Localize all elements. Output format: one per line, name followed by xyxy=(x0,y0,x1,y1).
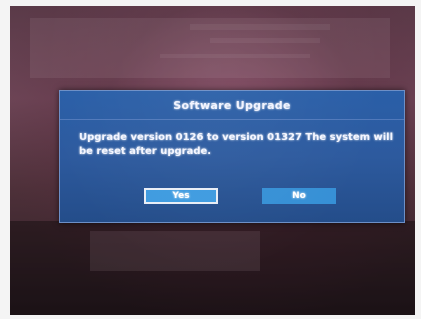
no-button[interactable]: No xyxy=(262,188,336,204)
background-video-frame xyxy=(90,231,260,271)
software-upgrade-dialog: Software Upgrade Upgrade version 0126 to… xyxy=(59,90,405,223)
dialog-title-bar: Software Upgrade xyxy=(60,91,404,120)
background-stripe xyxy=(190,24,330,30)
background-stripe xyxy=(160,54,310,58)
yes-button[interactable]: Yes xyxy=(144,188,218,204)
photo-frame: Software Upgrade Upgrade version 0126 to… xyxy=(0,0,421,319)
dialog-message: Upgrade version 0126 to version 01327 Th… xyxy=(79,132,394,157)
tv-screen: Software Upgrade Upgrade version 0126 to… xyxy=(10,6,415,315)
background-stripe xyxy=(210,38,320,43)
dialog-title: Software Upgrade xyxy=(173,98,291,112)
